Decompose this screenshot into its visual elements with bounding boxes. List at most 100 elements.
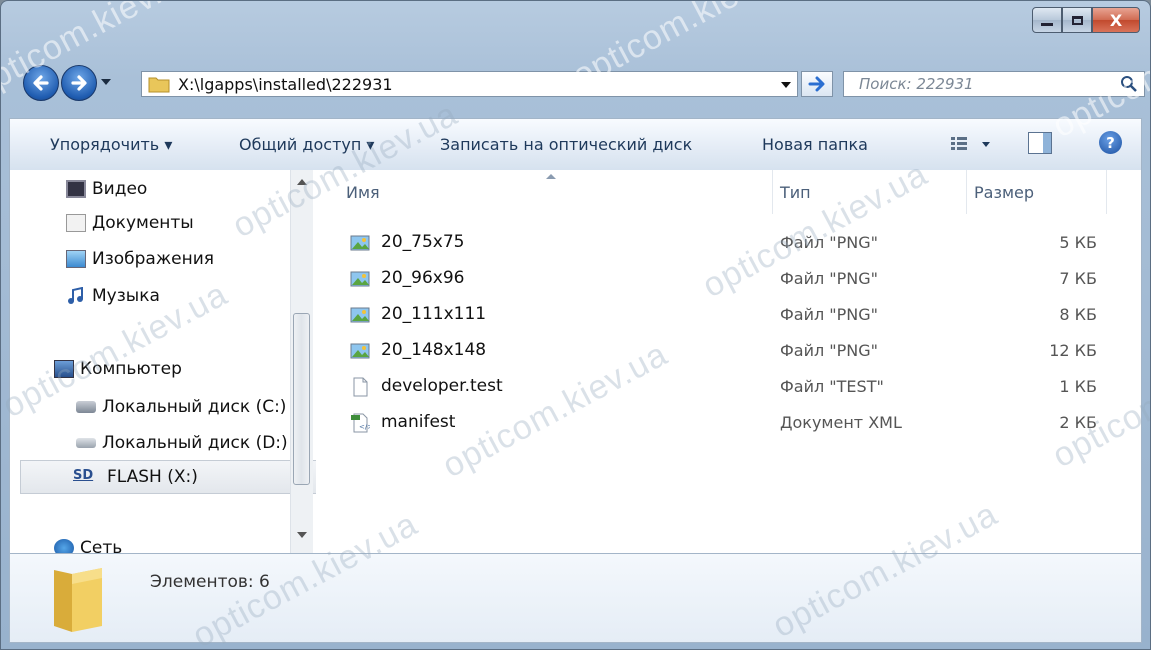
preview-pane-icon [1043,133,1051,153]
help-button[interactable]: ? [1099,131,1122,154]
file-size: 7 КБ [1059,269,1097,288]
file-type: Файл "PNG" [780,269,879,288]
view-options-button[interactable] [950,133,1000,155]
column-separator [772,170,773,214]
details-pane: Элементов: 6 [9,553,1142,643]
file-name: developer.test [381,376,503,396]
file-size: 2 КБ [1059,413,1097,432]
content-area: Видео Документы Изображения Музыка Компь… [9,170,1142,553]
file-row[interactable]: </> manifest Документ XML 2 КБ [316,407,1141,439]
file-size: 5 КБ [1059,233,1097,252]
maximize-button[interactable] [1062,7,1092,33]
folder-icon [148,77,170,93]
search-icon[interactable] [1120,75,1138,93]
view-dropdown-icon [982,141,990,147]
scroll-down-icon[interactable] [297,532,307,538]
burn-disc-button[interactable]: Записать на оптический диск [440,135,692,154]
image-file-icon [350,343,370,359]
image-file-icon [350,307,370,323]
scroll-up-icon[interactable] [297,179,307,185]
nav-item-video[interactable]: Видео [66,174,147,204]
address-dropdown-icon[interactable] [781,82,791,88]
navigation-pane: Видео Документы Изображения Музыка Компь… [10,170,316,553]
sd-card-icon: SD [73,468,94,483]
file-size: 12 КБ [1049,341,1097,360]
file-name: 20_111x111 [381,304,487,324]
file-size: 1 КБ [1059,377,1097,396]
forward-arrow-icon [71,75,87,91]
column-separator [966,170,967,214]
forward-button[interactable] [61,65,97,101]
video-icon [66,180,86,198]
nav-item-music[interactable]: Музыка [66,281,160,311]
file-row[interactable]: 20_111x111 Файл "PNG" 8 КБ [316,299,1141,331]
address-bar[interactable]: X:\lgapps\installed\222931 [141,71,798,97]
nav-item-network[interactable]: Сеть [54,533,122,553]
nav-item-label: Компьютер [80,359,182,379]
file-name: 20_75x75 [381,232,465,252]
computer-icon [54,360,74,378]
preview-pane-button[interactable] [1028,132,1052,154]
file-row[interactable]: developer.test Файл "TEST" 1 КБ [316,371,1141,403]
nav-item-flash[interactable]: SD FLASH (X:) [20,460,316,494]
sort-ascending-icon [546,174,556,179]
nav-item-drive-d[interactable]: Локальный диск (D:) [76,428,288,458]
scroll-thumb[interactable] [293,313,310,485]
nav-item-label: FLASH (X:) [107,467,198,487]
file-type: Файл "PNG" [780,233,879,252]
column-header-type-label: Тип [780,182,811,202]
column-header-type[interactable]: Тип [780,170,960,214]
explorer-window: X X:\lgapps\installed\222931 Поиск: 2229… [0,0,1151,650]
back-arrow-icon [33,75,49,91]
nav-item-label: Сеть [80,538,123,553]
new-folder-button[interactable]: Новая папка [762,135,868,154]
go-arrow-icon [808,76,825,92]
column-separator [1106,170,1107,214]
documents-icon [66,214,86,232]
search-input[interactable]: Поиск: 222931 [843,71,1145,97]
pictures-icon [66,250,86,268]
address-row: X:\lgapps\installed\222931 Поиск: 222931 [23,65,1145,105]
go-button[interactable] [801,71,833,97]
search-placeholder: Поиск: 222931 [859,75,974,93]
nav-scrollbar[interactable] [290,170,313,553]
drive-d-icon [76,438,96,448]
nav-item-label: Видео [92,179,148,199]
details-view-icon [951,137,967,150]
column-header-name-label: Имя [346,182,380,202]
file-row[interactable]: 20_148x148 Файл "PNG" 12 КБ [316,335,1141,367]
nav-item-documents[interactable]: Документы [66,208,194,238]
minimize-icon [1041,22,1053,26]
help-icon: ? [1106,133,1115,152]
file-type: Файл "PNG" [780,305,879,324]
back-button[interactable] [23,65,59,101]
close-button[interactable]: X [1092,7,1140,33]
file-row[interactable]: 20_96x96 Файл "PNG" 7 КБ [316,263,1141,295]
column-header-size-label: Размер [974,182,1035,202]
file-row[interactable]: 20_75x75 Файл "PNG" 5 КБ [316,227,1141,259]
file-name: manifest [381,412,456,432]
recent-pages-dropdown[interactable] [101,79,111,85]
nav-item-computer[interactable]: Компьютер [54,354,182,384]
file-type: Документ XML [780,413,902,432]
item-count: Элементов: 6 [150,572,270,592]
svg-text:</>: </> [359,423,370,431]
address-path: X:\lgapps\installed\222931 [178,74,393,94]
blank-file-icon [353,377,368,397]
column-header-size[interactable]: Размер [974,170,1104,214]
nav-item-pictures[interactable]: Изображения [66,244,214,274]
file-type: Файл "PNG" [780,341,879,360]
share-button[interactable]: Общий доступ ▾ [239,135,374,154]
nav-item-drive-c[interactable]: Локальный диск (C:) [76,392,286,422]
music-icon [68,287,83,304]
file-type: Файл "TEST" [780,377,884,396]
nav-item-label: Музыка [92,286,160,306]
minimize-button[interactable] [1032,7,1062,33]
file-list: Имя Тип Размер 20_75x75 Файл "PNG" 5 КБ … [316,170,1141,553]
nav-item-label: Локальный диск (C:) [102,397,287,417]
column-header-name[interactable]: Имя [346,170,776,214]
image-file-icon [350,271,370,287]
nav-item-label: Документы [92,213,194,233]
network-icon [54,539,74,553]
organize-button[interactable]: Упорядочить ▾ [50,135,172,154]
